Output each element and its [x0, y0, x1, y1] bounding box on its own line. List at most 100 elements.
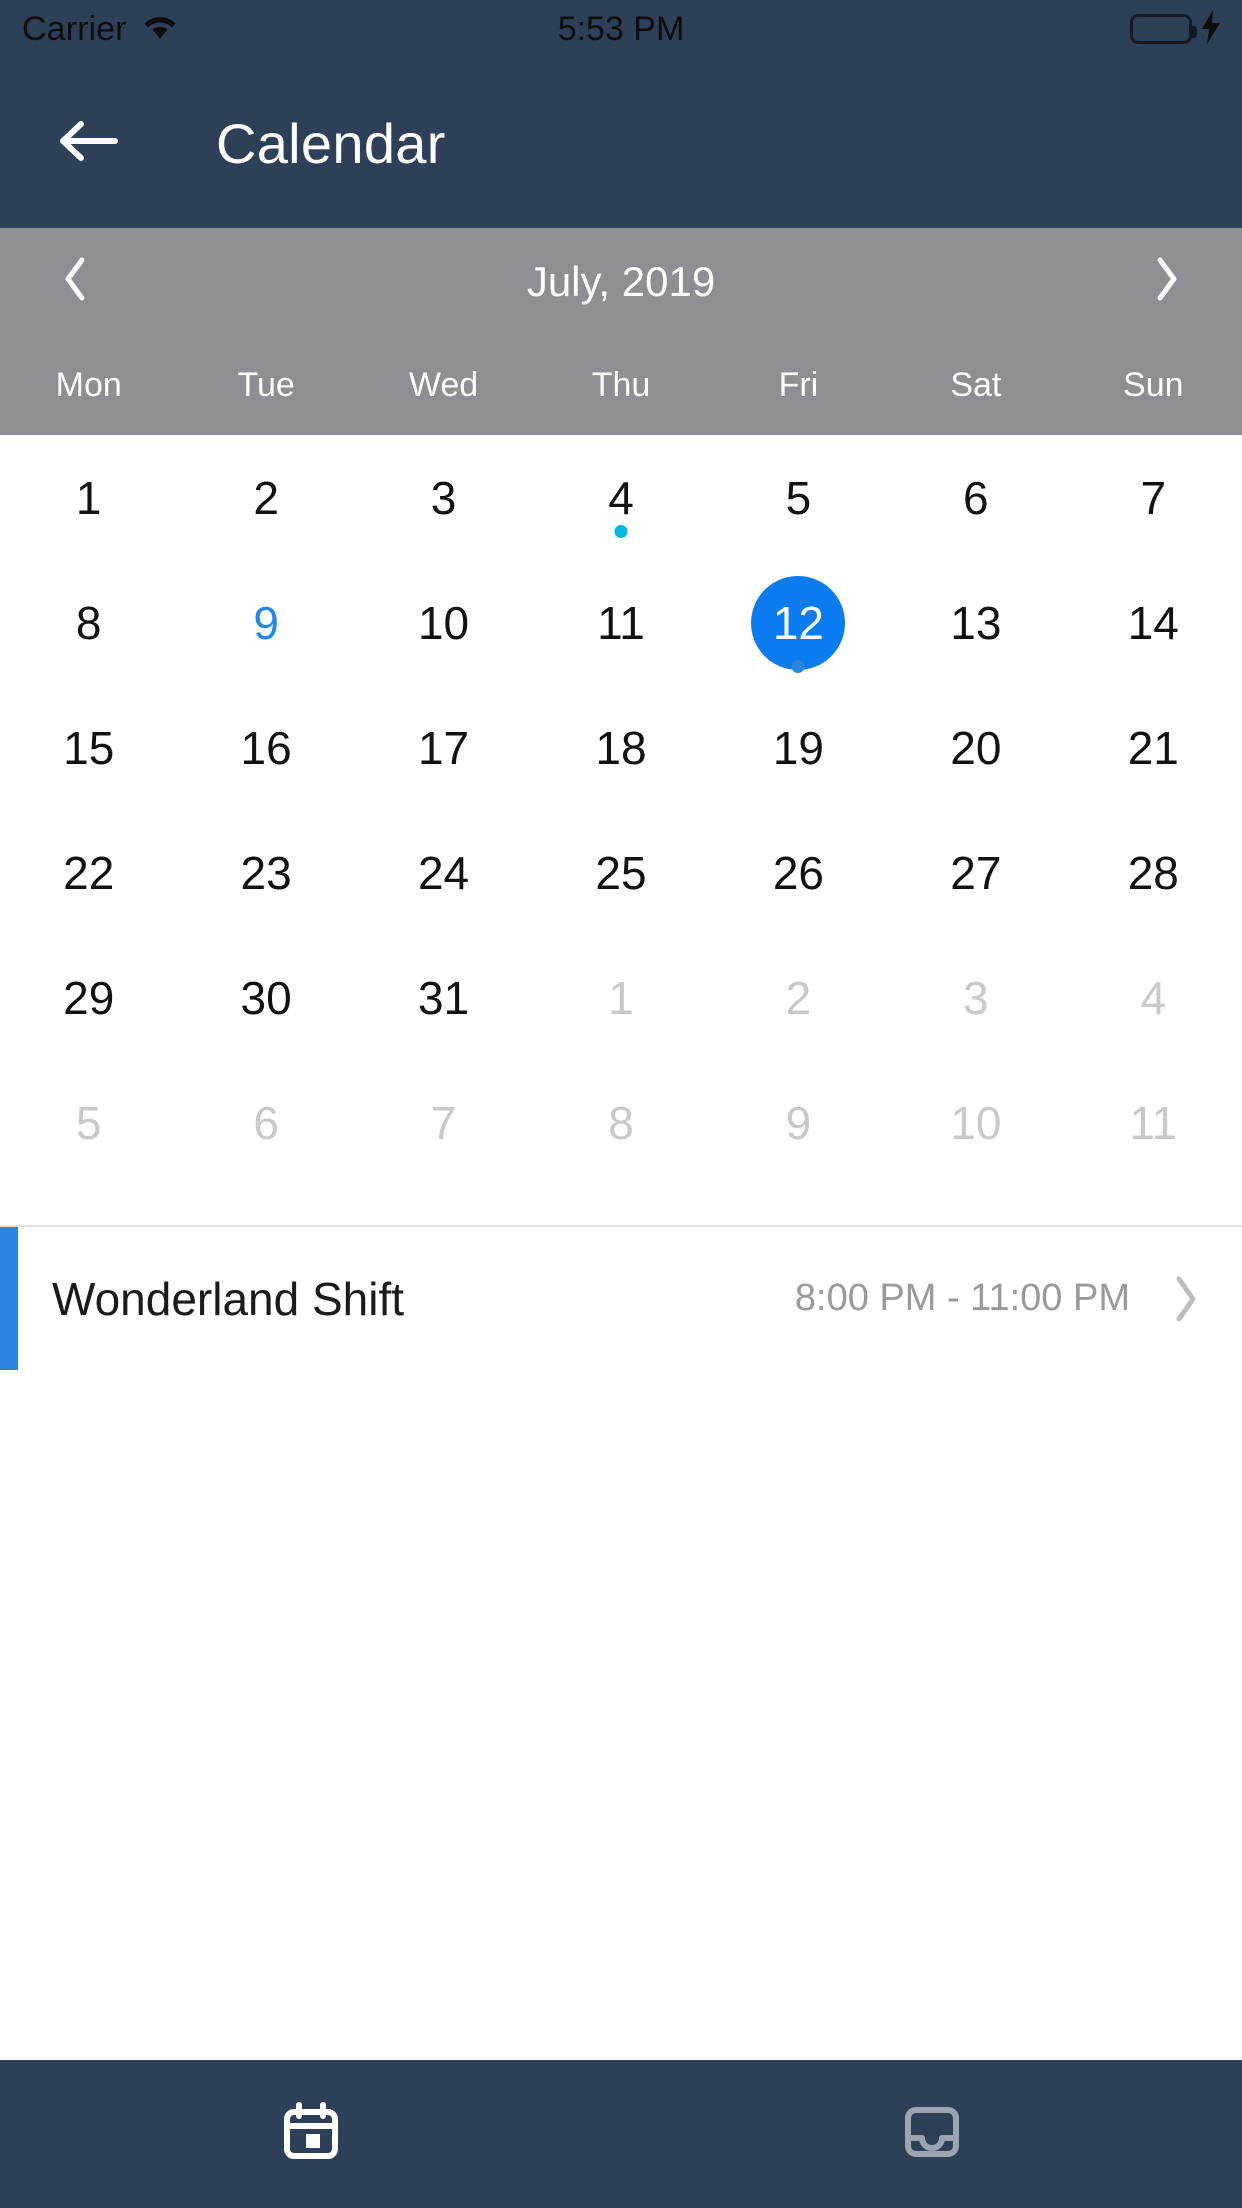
calendar-day-cell[interactable]: 4: [532, 435, 709, 560]
month-navigation-bar: July, 2019: [0, 228, 1242, 335]
day-number: 31: [417, 971, 470, 1024]
weekday-label-sat: Sat: [950, 365, 1002, 404]
event-accent-bar: [0, 1227, 18, 1370]
day-number: 2: [253, 471, 279, 524]
page-title: Calendar: [216, 111, 446, 175]
calendar-day-cell[interactable]: 23: [177, 810, 354, 935]
calendar-day-cell[interactable]: 7: [1065, 435, 1242, 560]
calendar-day-cell[interactable]: 12: [710, 560, 887, 685]
day-number: 9: [785, 1096, 812, 1149]
day-number: 22: [63, 846, 115, 899]
event-title: Wonderland Shift: [52, 1272, 405, 1325]
day-number: 5: [75, 1096, 102, 1149]
calendar-day-cell[interactable]: 6: [177, 1060, 354, 1185]
calendar-day-cell[interactable]: 16: [177, 685, 354, 810]
calendar-day-cell[interactable]: 10: [355, 560, 532, 685]
weekday-label-fri: Fri: [778, 365, 819, 404]
calendar-day-cell[interactable]: 5: [0, 1060, 177, 1185]
calendar-day-cell[interactable]: 18: [532, 685, 709, 810]
event-indicator-dot: [614, 525, 628, 538]
weekday-label-tue: Tue: [237, 365, 295, 404]
event-list: Wonderland Shift 8:00 PM - 11:00 PM: [0, 1225, 1242, 2050]
calendar-day-cell[interactable]: 5: [710, 435, 887, 560]
calendar-day-cell[interactable]: 25: [532, 810, 709, 935]
scroll-indicator: [0, 2048, 620, 2060]
calendar-day-cell[interactable]: 22: [0, 810, 177, 935]
calendar-day-cell[interactable]: 3: [887, 935, 1064, 1060]
calendar-day-cell[interactable]: 9: [710, 1060, 887, 1185]
day-number: 15: [63, 721, 115, 774]
calendar-day-cell[interactable]: 31: [355, 935, 532, 1060]
day-number: 20: [950, 721, 1002, 774]
calendar-day-cell[interactable]: 8: [532, 1060, 709, 1185]
calendar-day-cell[interactable]: 14: [1065, 560, 1242, 685]
calendar-day-cell[interactable]: 10: [887, 1060, 1064, 1185]
day-number: 5: [785, 471, 812, 524]
calendar-day-cell[interactable]: 19: [710, 685, 887, 810]
tab-calendar[interactable]: [0, 2060, 621, 2208]
calendar-day-cell[interactable]: 2: [177, 435, 354, 560]
calendar-day-cell[interactable]: 8: [0, 560, 177, 685]
event-indicator-dot: [791, 660, 805, 673]
previous-month-button[interactable]: [20, 228, 130, 335]
calendar-day-cell[interactable]: 1: [532, 935, 709, 1060]
weekday-label-sun: Sun: [1123, 365, 1184, 404]
day-number: 4: [608, 471, 634, 524]
calendar-day-cell[interactable]: 4: [1065, 935, 1242, 1060]
calendar-day-cell[interactable]: 6: [887, 435, 1064, 560]
calendar-day-cell[interactable]: 30: [177, 935, 354, 1060]
day-number: 17: [417, 721, 470, 774]
day-number: 8: [608, 1096, 634, 1149]
day-number: 27: [950, 846, 1002, 899]
day-number: 6: [963, 471, 989, 524]
calendar-day-cell[interactable]: 9: [177, 560, 354, 685]
day-number: 11: [1129, 1096, 1178, 1149]
day-number: 19: [772, 721, 824, 774]
day-number: 4: [1140, 971, 1167, 1024]
calendar-day-cell[interactable]: 2: [710, 935, 887, 1060]
day-number: 8: [75, 596, 102, 649]
calendar-grid: 1 2 3 4 5 6 7 8 9 10 11 12 13 14 15 16 17 18 19 20 21 22 23 24 2…: [0, 435, 1242, 1225]
chevron-left-icon: [62, 256, 88, 307]
day-number: 12: [772, 596, 824, 649]
calendar-day-cell[interactable]: 11: [1065, 1060, 1242, 1185]
status-bar: Carrier 5:53 PM: [0, 0, 1242, 58]
calendar-screen: Carrier 5:53 PM Calendar July, 2019 Mon …: [0, 0, 1242, 2208]
calendar-day-cell[interactable]: 15: [0, 685, 177, 810]
bottom-tab-bar: [0, 2060, 1242, 2208]
day-number: 3: [430, 471, 457, 524]
day-number: 28: [1127, 846, 1179, 899]
day-number: 25: [595, 846, 647, 899]
calendar-day-cell[interactable]: 11: [532, 560, 709, 685]
day-number: 7: [430, 1096, 457, 1149]
calendar-day-cell[interactable]: 24: [355, 810, 532, 935]
calendar-day-cell[interactable]: 20: [887, 685, 1064, 810]
calendar-day-cell[interactable]: 3: [355, 435, 532, 560]
chevron-right-icon: [1172, 1274, 1200, 1324]
next-month-button[interactable]: [1112, 228, 1222, 335]
day-number: 30: [240, 971, 292, 1024]
calendar-day-cell[interactable]: 17: [355, 685, 532, 810]
day-number: 10: [950, 1096, 1002, 1149]
back-button[interactable]: [52, 107, 124, 179]
day-number: 13: [950, 596, 1002, 649]
calendar-day-cell[interactable]: 21: [1065, 685, 1242, 810]
chevron-right-icon: [1154, 256, 1180, 307]
calendar-day-cell[interactable]: 7: [355, 1060, 532, 1185]
calendar-day-cell[interactable]: 26: [710, 810, 887, 935]
status-bar-time: 5:53 PM: [557, 9, 685, 48]
calendar-day-cell[interactable]: 28: [1065, 810, 1242, 935]
day-number: 3: [963, 971, 989, 1024]
day-number: 7: [1140, 471, 1167, 524]
day-number: 1: [75, 471, 102, 524]
day-number: 18: [595, 721, 647, 774]
tab-inbox[interactable]: [621, 2060, 1242, 2208]
battery-full-icon: [1130, 14, 1197, 44]
calendar-day-cell[interactable]: 13: [887, 560, 1064, 685]
calendar-day-cell[interactable]: 27: [887, 810, 1064, 935]
calendar-day-cell[interactable]: 1: [0, 435, 177, 560]
current-month-label: July, 2019: [526, 257, 716, 305]
calendar-day-cell[interactable]: 29: [0, 935, 177, 1060]
day-number: 6: [253, 1096, 279, 1149]
event-row[interactable]: Wonderland Shift 8:00 PM - 11:00 PM: [0, 1227, 1242, 1370]
